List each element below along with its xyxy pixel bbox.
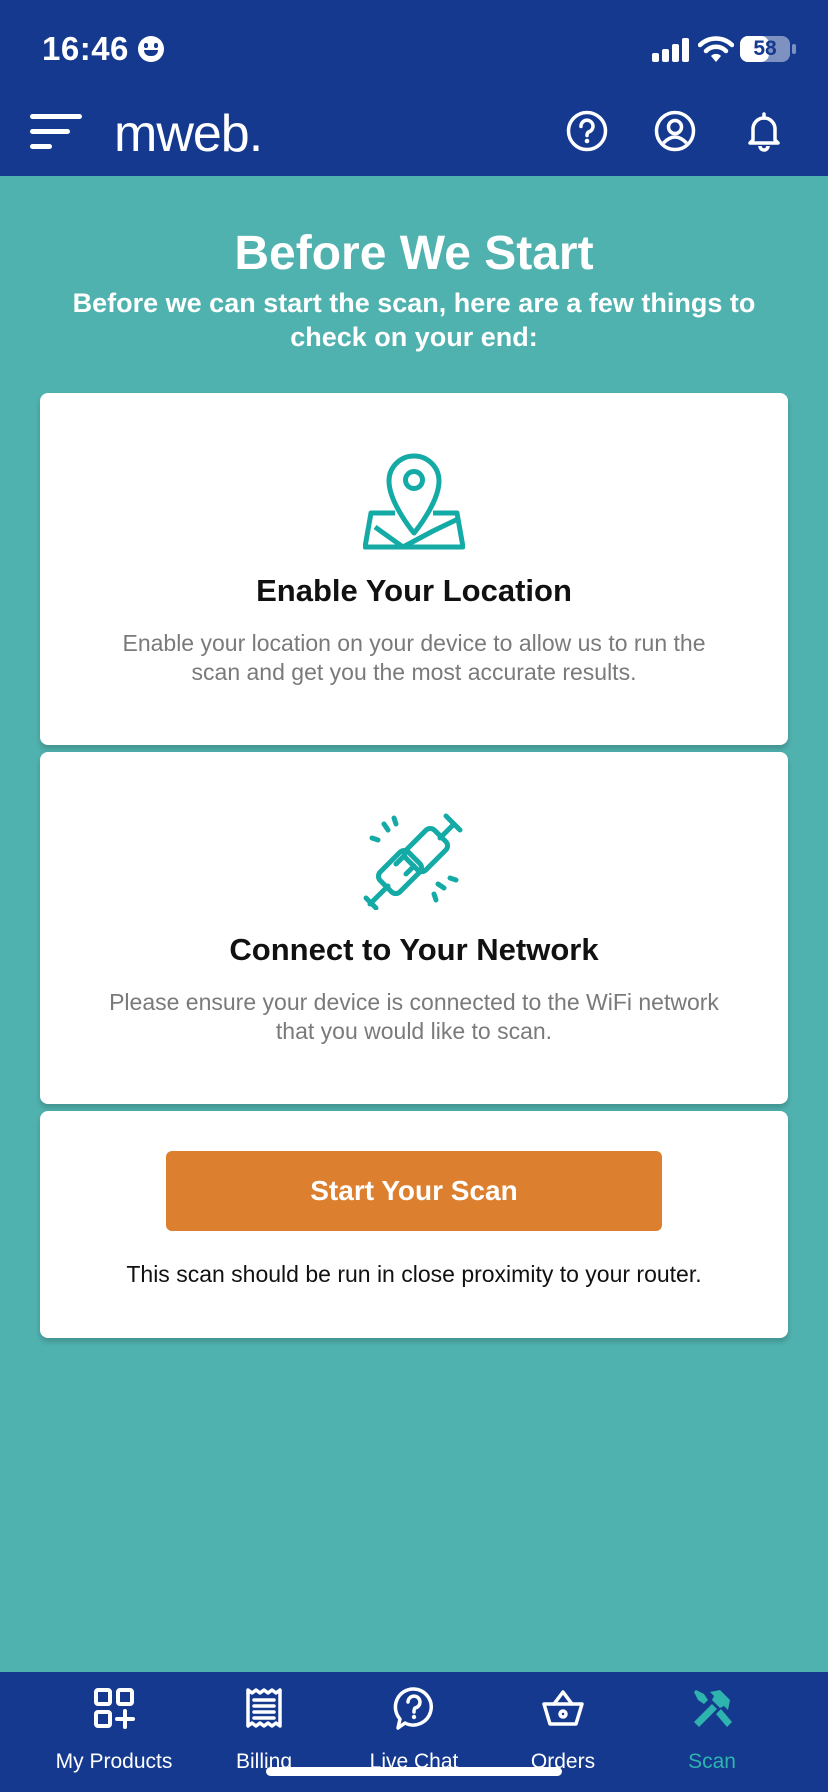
basket-icon xyxy=(542,1690,584,1726)
battery-icon: 58 xyxy=(740,36,790,62)
location-card: Enable Your Location Enable your locatio… xyxy=(40,393,788,745)
nav-label: My Products xyxy=(55,1750,173,1773)
brand-logo: mweb. xyxy=(114,105,263,163)
plug-connect-icon xyxy=(363,813,463,910)
page-title: Before We Start xyxy=(234,227,594,280)
status-bar: 16:46 58 xyxy=(0,0,828,96)
network-card-title: Connect to Your Network xyxy=(229,932,599,967)
notification-bell-icon[interactable] xyxy=(743,110,785,152)
smiley-icon xyxy=(138,36,164,62)
home-indicator xyxy=(266,1767,562,1776)
account-icon[interactable] xyxy=(654,110,696,152)
products-grid-icon xyxy=(94,1688,135,1729)
map-pin-icon xyxy=(363,453,465,550)
receipt-icon xyxy=(246,1688,282,1728)
help-icon[interactable] xyxy=(566,110,608,152)
wifi-icon xyxy=(698,36,734,62)
scan-card: Start Your Scan This scan should be run … xyxy=(40,1111,788,1338)
cellular-signal-icon xyxy=(652,38,690,62)
top-bar: 16:46 58 mweb. xyxy=(0,0,828,176)
scan-note: This scan should be run in close proximi… xyxy=(126,1261,702,1287)
location-card-title: Enable Your Location xyxy=(256,573,572,608)
status-time: 16:46 xyxy=(42,30,129,67)
nav-item-scan[interactable]: Scan xyxy=(637,1672,787,1792)
network-card: Connect to Your Network Please ensure yo… xyxy=(40,752,788,1104)
battery-level: 58 xyxy=(753,37,777,60)
nav-item-my-products[interactable]: My Products xyxy=(39,1672,189,1792)
tools-icon xyxy=(694,1690,732,1727)
nav-label: Scan xyxy=(688,1750,736,1773)
location-card-text: Enable your location on your device to a… xyxy=(122,630,706,685)
page-subtitle: Before we can start the scan, here are a… xyxy=(72,288,756,352)
menu-icon[interactable] xyxy=(30,114,82,150)
network-card-text: Please ensure your device is connected t… xyxy=(109,989,719,1044)
start-scan-button[interactable]: Start Your Scan xyxy=(166,1151,662,1231)
chat-help-icon xyxy=(393,1687,433,1730)
